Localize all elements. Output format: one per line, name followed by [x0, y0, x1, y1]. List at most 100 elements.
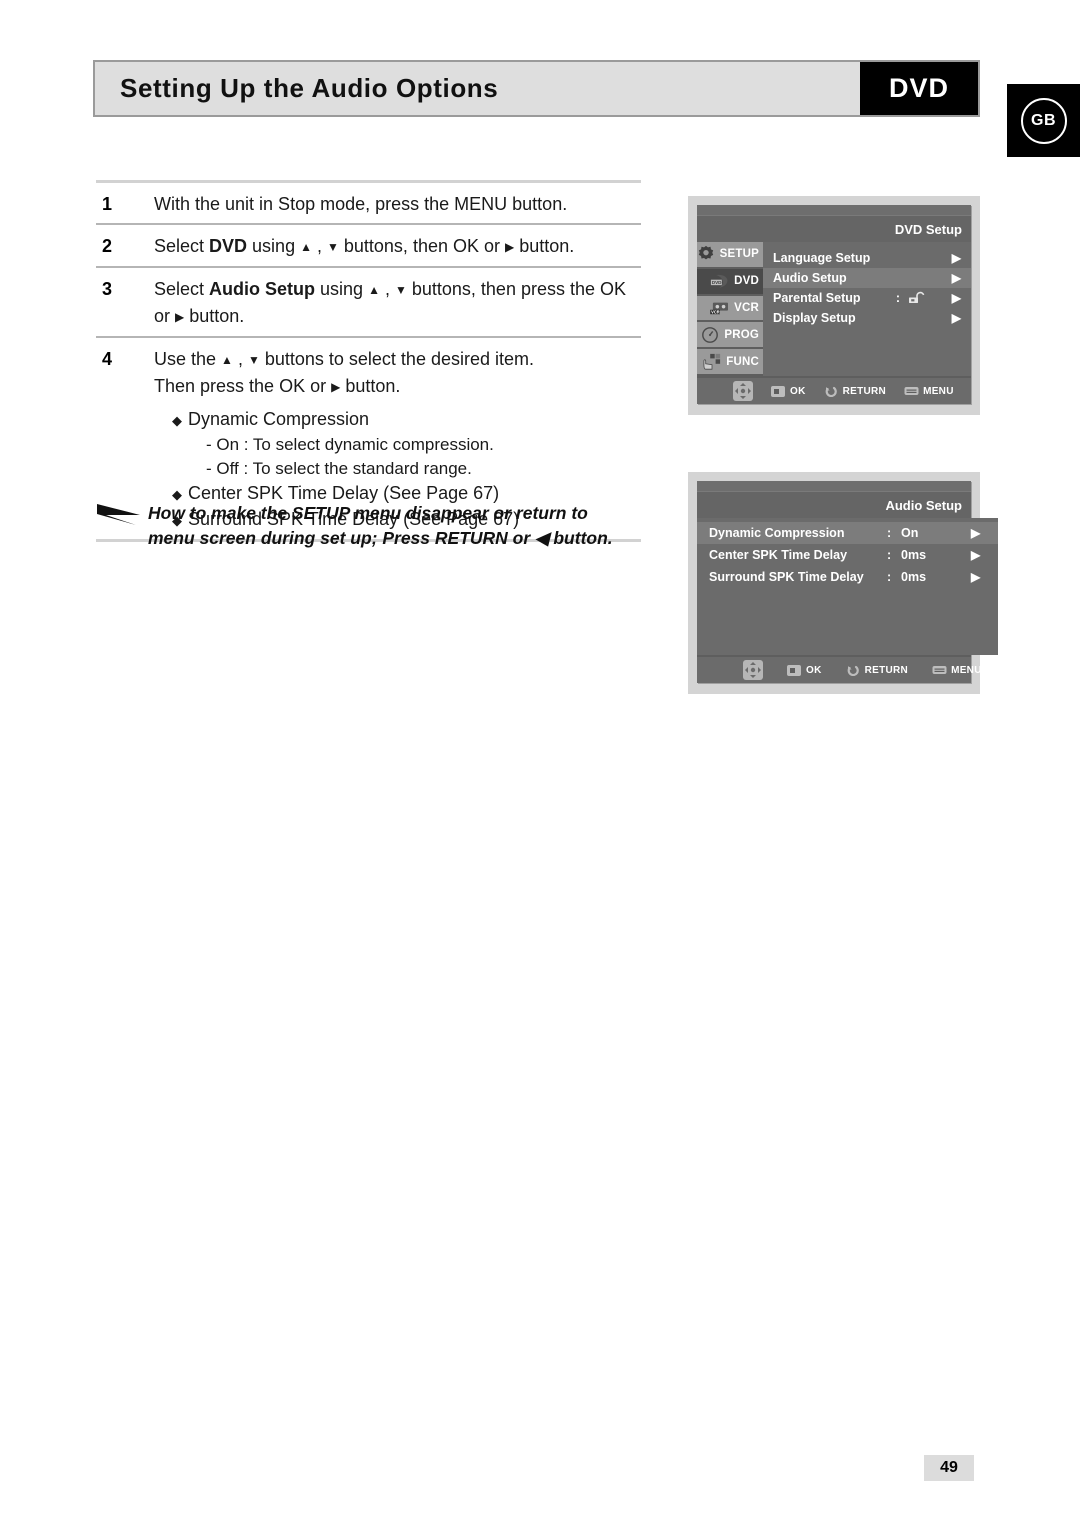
menu-row-value: 0ms — [901, 570, 927, 584]
sidebar-item-label: SETUP — [719, 248, 759, 261]
step-text-fragment: Audio Setup — [209, 279, 316, 299]
ok-button-icon — [771, 385, 785, 397]
menu-button-icon — [932, 665, 947, 676]
direction-arrow-glyph: ▼ — [327, 240, 339, 254]
note-line-2-b: button. — [548, 528, 613, 548]
chevron-right-icon: ▶ — [971, 570, 981, 584]
step-text-fragment: button. — [514, 236, 575, 256]
step-bullet-item: ◆ Dynamic Compression — [154, 407, 641, 433]
menu-row-label: Display Setup — [773, 311, 856, 325]
step-sub-option: - On : To select dynamic compression. — [206, 435, 494, 454]
osd-hint-navigate — [743, 660, 763, 680]
page-title: Setting Up the Audio Options — [120, 73, 499, 103]
menu-row[interactable]: Dynamic Compression: On ▶ — [697, 522, 999, 544]
osd-audio-setup-titlebar: Audio Setup — [697, 492, 971, 518]
step-text-line: Select Audio Setup using ▲ , ▼ buttons, … — [154, 276, 641, 330]
note-line-1: How to make the SETUP menu disappear or … — [148, 503, 588, 523]
sidebar-item-func[interactable]: FUNC — [697, 349, 763, 376]
instruction-step: 3 Select Audio Setup using ▲ , ▼ buttons,… — [96, 268, 641, 336]
osd-hint-menu: MENU — [932, 665, 982, 676]
instruction-step: 2 Select DVD using ▲ , ▼ buttons, then OK… — [96, 225, 641, 266]
step-text-fragment: Select — [154, 279, 210, 299]
step-text: Select Audio Setup using ▲ , ▼ buttons, … — [154, 276, 641, 330]
sidebar-item-vcr[interactable]: VCR VCR — [697, 295, 763, 323]
osd-hint-menu: MENU — [904, 386, 954, 397]
page-header: Setting Up the Audio Options DVD — [93, 60, 980, 117]
step-text-fragment: , — [311, 236, 327, 256]
media-type-badge-label: DVD — [888, 73, 949, 103]
step-text-fragment: using — [315, 279, 369, 299]
menu-row[interactable]: Center SPK Time Delay:0ms ▶ — [697, 544, 998, 566]
return-button-icon — [846, 665, 860, 676]
direction-arrow-glyph: ▶ — [175, 310, 185, 324]
step-text-fragment: DVD — [209, 236, 248, 256]
step-number: 1 — [102, 194, 113, 214]
step-text-line: Use the ▲ , ▼ buttons to select the desi… — [154, 346, 641, 373]
step-text-fragment: , — [379, 279, 395, 299]
clock-icon — [700, 326, 720, 344]
step-text-line: Then press the OK or ▶ button. — [154, 373, 641, 400]
menu-row[interactable]: Display Setup ▶ — [763, 308, 971, 328]
menu-row[interactable]: Language Setup ▶ — [763, 248, 971, 268]
osd-dvd-setup-title: DVD Setup — [894, 221, 962, 237]
step-text-line: With the unit in Stop mode, press the ME… — [154, 191, 641, 217]
note-arrow-icon — [96, 501, 148, 534]
step-number: 4 — [102, 349, 113, 369]
cassette-icon: VCR — [710, 299, 730, 317]
osd-audio-setup-title: Audio Setup — [885, 497, 962, 513]
osd-hint-navigate — [733, 381, 753, 401]
osd-hint-ok: OK — [787, 664, 822, 676]
chevron-right-icon: ▶ — [951, 251, 961, 265]
note-line-2-a: menu screen during set up; Press RETURN … — [148, 528, 536, 548]
sidebar-item-setup[interactable]: SETUP — [697, 242, 763, 269]
osd-dvd-setup-titlebar: DVD Setup — [697, 216, 971, 242]
direction-arrow-glyph: ▼ — [394, 283, 407, 297]
steps-host: 1 With the unit in Stop mode, press the M… — [96, 183, 641, 542]
menu-row-colon: : — [887, 526, 892, 540]
step-text: With the unit in Stop mode, press the ME… — [154, 191, 641, 217]
unlocked-padlock-icon — [905, 290, 952, 306]
osd-dvd-setup-topbar — [697, 205, 971, 216]
osd-sidebar: SETUP DVD DVD VCR VCR PROG FUNC — [697, 242, 763, 376]
disc-icon: DVD — [710, 272, 730, 290]
menu-row-value: 0ms — [901, 548, 927, 562]
osd-hint-ok: OK — [771, 385, 806, 397]
direction-arrow-glyph: ▲ — [368, 283, 380, 297]
step-text-fragment: button. — [184, 306, 245, 326]
menu-row-label: Dynamic Compression — [709, 526, 845, 540]
step-text-fragment: buttons to select the desired item. — [259, 349, 534, 369]
hand-blocks-icon — [702, 353, 722, 371]
note-text: How to make the SETUP menu disappear or … — [148, 501, 613, 551]
step-text-fragment: With the unit in Stop mode, press the ME… — [154, 194, 568, 214]
osd-dvd-setup-main: SETUP DVD DVD VCR VCR PROG FUNC Language Setup… — [697, 242, 971, 376]
osd-hint-label: RETURN — [842, 385, 887, 397]
menu-row[interactable]: Parental Setup: ▶ — [763, 288, 971, 308]
step-text-fragment: buttons, then OK or — [338, 236, 505, 256]
menu-row-label: Language Setup — [773, 251, 871, 265]
step-text-line: Select DVD using ▲ , ▼ buttons, then OK … — [154, 233, 641, 260]
menu-row-label: Center SPK Time Delay — [709, 548, 848, 562]
step-text-fragment: using — [247, 236, 301, 256]
direction-arrow-glyph: ▼ — [247, 353, 260, 367]
menu-button-icon — [904, 386, 919, 397]
chevron-right-icon: ▶ — [971, 548, 981, 562]
menu-row-label: Surround SPK Time Delay — [709, 570, 864, 584]
svg-text:DVD: DVD — [712, 280, 722, 285]
chevron-right-icon: ▶ — [951, 291, 961, 305]
osd-hint-label: OK — [806, 664, 822, 676]
ok-button-icon — [787, 664, 801, 676]
return-button-icon — [824, 386, 838, 397]
osd-hint-return: RETURN — [824, 386, 886, 397]
sidebar-item-dvd[interactable]: DVD DVD — [697, 268, 763, 296]
sidebar-item-prog[interactable]: PROG — [697, 322, 763, 350]
sidebar-item-label: DVD — [734, 275, 759, 288]
page-title-box: Setting Up the Audio Options — [93, 60, 860, 117]
menu-row[interactable]: Audio Setup ▶ — [763, 268, 971, 288]
osd-dvd-setup-screen: DVD Setup SETUP DVD DVD VCR VCR PROG FUNC Lang… — [688, 196, 980, 415]
menu-row[interactable]: Surround SPK Time Delay:0ms ▶ — [697, 566, 998, 588]
menu-row-label: Parental Setup — [773, 291, 861, 305]
osd-audio-menu-panel: Dynamic Compression: On ▶ Center SPK Time D… — [697, 518, 999, 655]
menu-row-colon: : — [887, 548, 892, 562]
osd-dvd-setup-bottom-bar: OK RETURN MENU — [697, 376, 971, 404]
step-text: Select DVD using ▲ , ▼ buttons, then OK … — [154, 233, 641, 260]
